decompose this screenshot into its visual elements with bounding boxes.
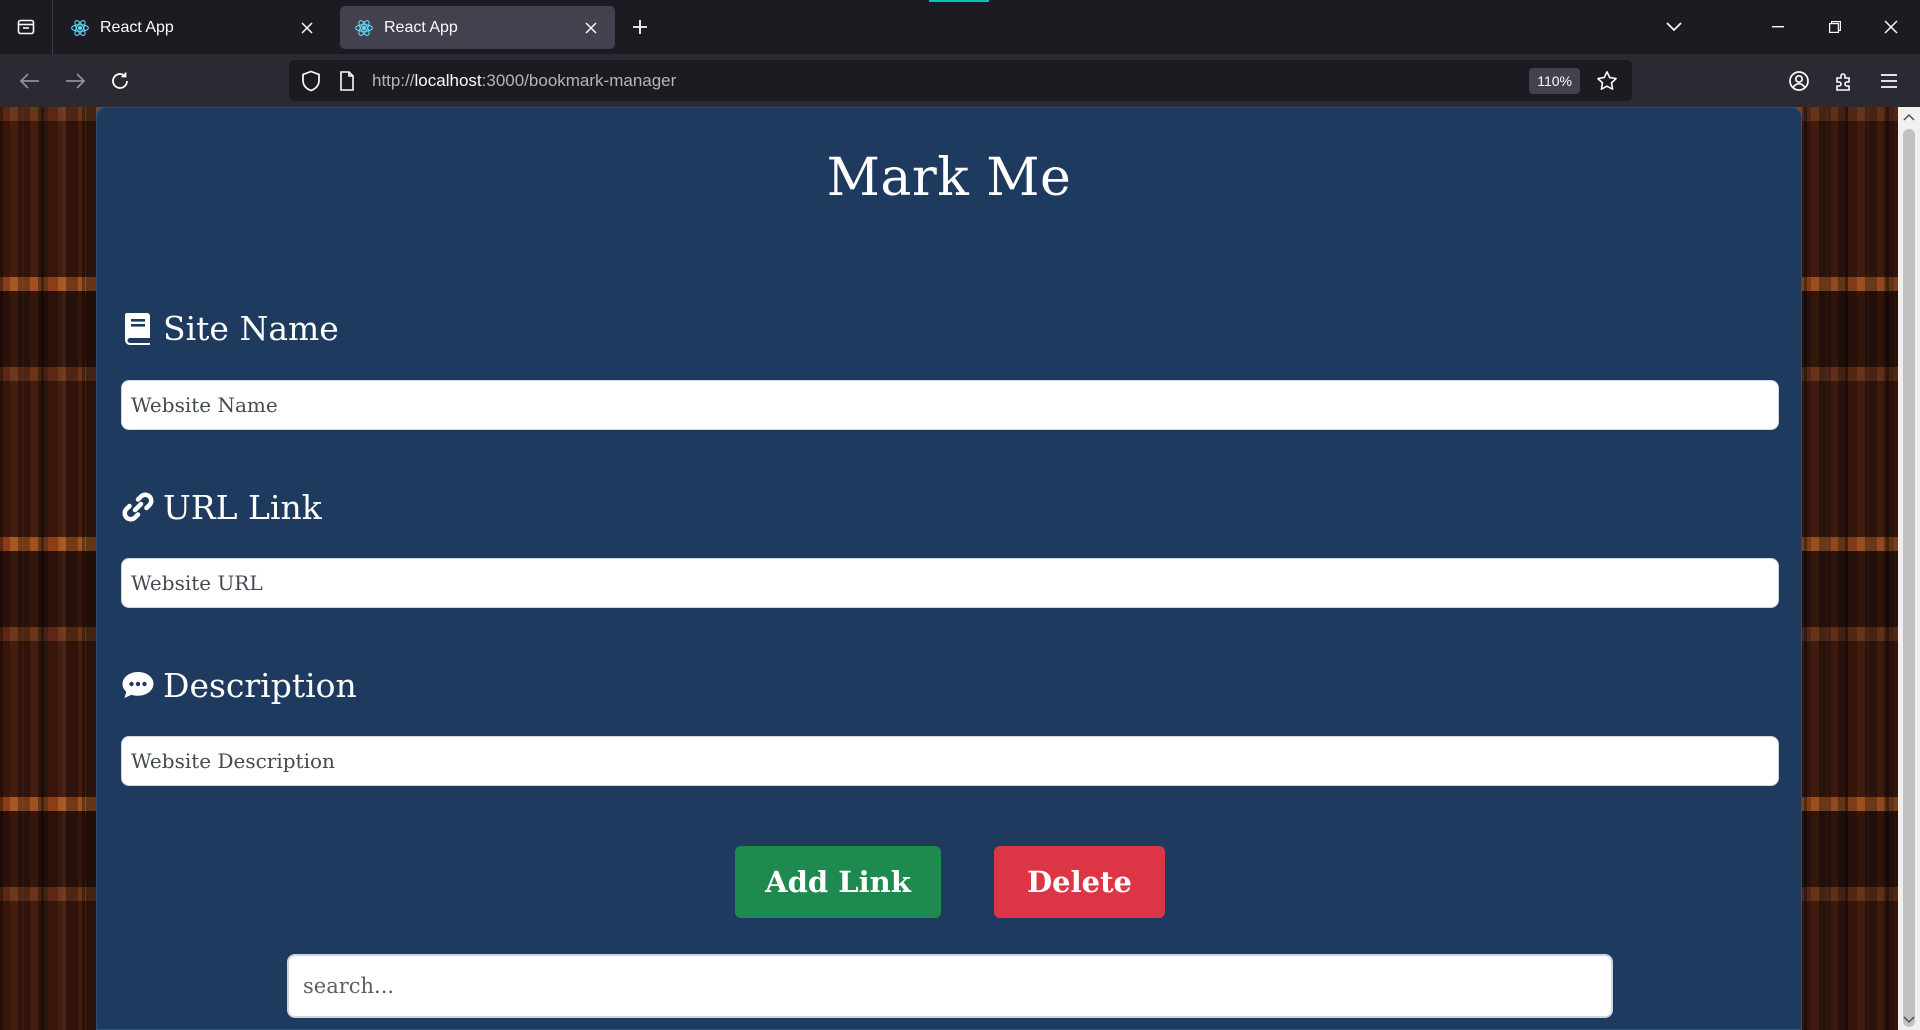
url-link-label-text: URL Link [163,487,322,527]
new-tab-button[interactable] [626,13,654,41]
react-icon [355,19,373,36]
react-icon [71,19,89,36]
delete-button[interactable]: Delete [994,846,1165,918]
comment-icon [121,668,155,702]
zoom-level-badge[interactable]: 110% [1529,67,1580,94]
search-input[interactable] [287,954,1613,1018]
account-icon [1789,71,1809,91]
minimize-button[interactable] [1751,0,1805,54]
page-scrollbar[interactable] [1898,107,1920,1030]
tab-title: React App [384,18,458,36]
tracking-protection-shield-icon[interactable] [298,68,324,94]
app-menu-button[interactable] [1872,64,1906,98]
extensions-button[interactable] [1827,64,1861,98]
url-link-input[interactable] [121,558,1779,608]
page-info-icon[interactable] [334,68,360,94]
bookshelf-right-decoration [1802,107,1898,1030]
tab-react-app-2[interactable]: React App [340,6,615,49]
url-path: :3000/bookmark-manager [481,70,677,90]
reload-icon [112,72,128,89]
bookmark-star-icon[interactable] [1592,66,1622,96]
close-window-button[interactable] [1864,0,1918,54]
back-button[interactable] [13,64,47,98]
arrow-left-icon [20,73,39,89]
scroll-down-arrow-icon[interactable] [1898,1010,1920,1030]
book-icon [121,311,155,345]
close-icon [1884,20,1898,34]
plus-icon [633,20,647,34]
restore-button[interactable] [1808,0,1862,54]
puzzle-icon [1836,73,1850,91]
chevron-down-icon [1666,22,1682,32]
firefox-view-icon [17,19,35,35]
site-name-input[interactable] [121,380,1779,430]
scrollbar-thumb[interactable] [1903,129,1915,1027]
arrow-right-icon [66,73,85,89]
bookmark-form-card: Mark Me Site Name URL Link Description A… [96,107,1802,1030]
link-icon [121,490,155,524]
restore-icon [1829,21,1841,33]
description-label: Description [121,661,357,709]
reload-button[interactable] [103,64,137,98]
close-tab-icon[interactable] [579,16,603,40]
tab-strip-accent [929,0,989,2]
address-bar[interactable]: http://localhost:3000/bookmark-manager 1… [289,60,1632,101]
firefox-view-button[interactable] [0,0,53,54]
list-all-tabs-button[interactable] [1647,0,1701,54]
page-title: Mark Me [826,148,1072,208]
url-host: localhost [414,70,482,90]
tab-strip: React App React App [0,0,1920,54]
scroll-up-arrow-icon[interactable] [1898,107,1920,127]
url-link-label: URL Link [121,483,322,531]
hamburger-menu-icon [1881,74,1897,88]
minimize-icon [1772,26,1784,28]
add-link-button[interactable]: Add Link [735,846,941,918]
close-tab-icon[interactable] [295,16,319,40]
bookshelf-left-decoration [0,107,96,1030]
account-button[interactable] [1782,64,1816,98]
forward-button[interactable] [58,64,92,98]
description-label-text: Description [163,665,357,705]
tab-react-app-1[interactable]: React App [56,6,331,49]
url-text[interactable]: http://localhost:3000/bookmark-manager [372,71,1529,91]
url-scheme: http:// [372,70,415,90]
tab-title: React App [100,18,174,36]
site-name-label-text: Site Name [163,308,339,348]
description-input[interactable] [121,736,1779,786]
site-name-label: Site Name [121,304,339,352]
